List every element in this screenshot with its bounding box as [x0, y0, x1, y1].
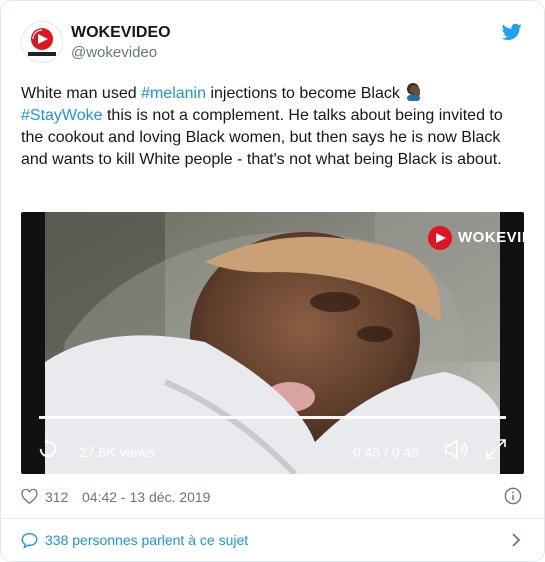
like-count[interactable]: 312 [45, 487, 68, 507]
divider [1, 518, 544, 519]
handle[interactable]: @wokevideo [71, 43, 171, 63]
video-watermark: WOKEVIDI [426, 224, 524, 252]
tweet-text: White man used #melanin injections to be… [21, 81, 529, 171]
tweet-header: WOKEVIDEO @wokevideo [21, 21, 526, 69]
hashtag-melanin[interactable]: #melanin [141, 85, 206, 102]
heart-icon[interactable] [21, 489, 38, 505]
tweet-text-part: injections to become Black [206, 85, 405, 102]
fullscreen-icon[interactable] [485, 438, 507, 460]
hashtag-staywoke[interactable]: #StayWoke [21, 107, 103, 124]
chevron-right-icon[interactable] [510, 532, 522, 548]
video-progress-bar[interactable] [39, 416, 506, 419]
info-icon[interactable] [504, 487, 522, 505]
conversation-label[interactable]: 338 personnes parlent à ce sujet [45, 530, 248, 550]
tweet-text-part: White man used [21, 85, 142, 102]
replay-icon[interactable] [37, 438, 59, 460]
view-count: 27.6K views [79, 444, 155, 460]
twitter-bird-icon[interactable] [502, 23, 522, 41]
author-names[interactable]: WOKEVIDEO @wokevideo [71, 23, 171, 63]
speech-bubble-icon [21, 533, 38, 549]
watermark-text: WOKEVIDI [458, 229, 524, 246]
volume-icon[interactable] [444, 438, 470, 460]
display-name[interactable]: WOKEVIDEO [71, 23, 171, 43]
tweet-card: WOKEVIDEO @wokevideo White man used #mel… [0, 0, 545, 562]
wokevideo-logo-icon [22, 22, 62, 62]
wokevideo-logo-icon [428, 226, 452, 250]
avatar[interactable] [21, 21, 63, 63]
video-player[interactable]: WOKEVIDI 27.6K views 0:45 / 0:45 [21, 212, 524, 474]
person-facepalm-emoji-icon [407, 83, 421, 101]
tweet-timestamp[interactable]: 04:42 - 13 déc. 2019 [82, 487, 210, 507]
video-time: 0:45 / 0:45 [353, 444, 420, 460]
